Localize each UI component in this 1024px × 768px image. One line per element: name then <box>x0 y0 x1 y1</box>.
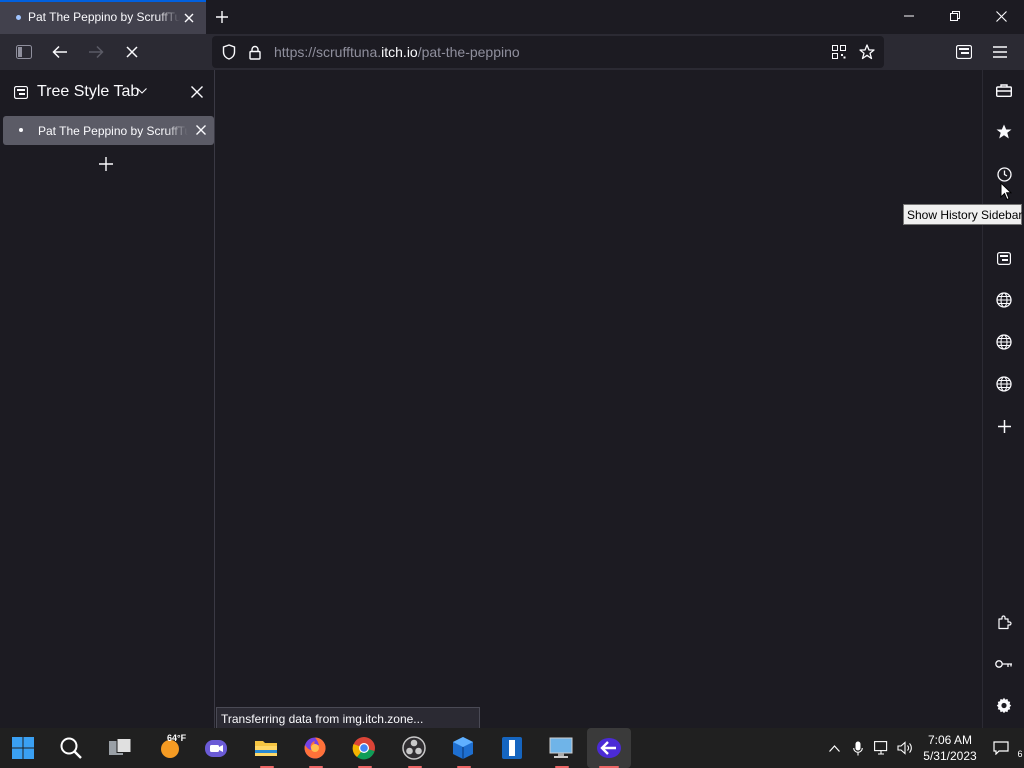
url-text[interactable]: https://scrufftuna.itch.io/pat-the-peppi… <box>274 44 520 60</box>
weather-temperature: 64°F <box>167 733 187 743</box>
tracking-protection-shield-icon[interactable] <box>220 43 238 61</box>
tab-title: Pat The Peppino by ScruffTuna <box>28 10 180 24</box>
url-bar[interactable]: https://scrufftuna.itch.io/pat-the-peppi… <box>212 36 884 68</box>
page-content[interactable] <box>216 70 982 728</box>
network-icon[interactable] <box>873 738 891 758</box>
taskbar-clock[interactable]: 7:06 AM 5/31/2023 <box>918 732 982 764</box>
qr-code-icon[interactable] <box>830 43 848 61</box>
sidebar-toggle-icon[interactable] <box>9 37 39 67</box>
stop-loading-button[interactable] <box>117 37 147 67</box>
sidebar-panel-icon[interactable] <box>989 243 1019 273</box>
menu-hamburger-icon[interactable] <box>985 37 1015 67</box>
minimize-button[interactable] <box>886 0 932 32</box>
file-explorer-icon[interactable] <box>244 728 288 768</box>
tree-style-tab-toolbar-icon[interactable] <box>949 37 979 67</box>
app-active-indicator-icon[interactable] <box>587 728 631 768</box>
globe-icon[interactable] <box>989 327 1019 357</box>
obs-studio-icon[interactable] <box>392 728 436 768</box>
tab-close-icon[interactable] <box>180 9 198 27</box>
bookmarks-star-icon[interactable] <box>989 117 1019 147</box>
windows-taskbar: 64°F 7:06 AM 5/31/2023 6 <box>0 728 1024 768</box>
volume-icon[interactable] <box>896 738 914 758</box>
notifications-icon[interactable] <box>990 738 1012 758</box>
globe-icon[interactable] <box>989 285 1019 315</box>
bookmark-star-icon[interactable] <box>858 43 876 61</box>
notification-count-badge: 6 <box>1017 749 1023 759</box>
sidebar-title-switcher[interactable]: Tree Style Tab <box>37 83 139 101</box>
settings-gear-icon[interactable] <box>989 690 1019 720</box>
clock-time: 7:06 AM <box>927 733 973 747</box>
start-button-windows-icon[interactable] <box>1 728 45 768</box>
chevron-down-icon[interactable] <box>136 85 148 97</box>
browser-tab-active[interactable]: Pat The Peppino by ScruffTuna <box>0 0 206 34</box>
teams-chat-icon[interactable] <box>194 728 238 768</box>
chevron-up-icon[interactable] <box>826 738 842 758</box>
firefox-icon[interactable] <box>293 728 337 768</box>
status-panel: Transferring data from img.itch.zone... <box>216 707 480 729</box>
tooltip: Show History Sidebar <box>903 204 1022 225</box>
restore-button[interactable] <box>932 0 978 32</box>
task-view-icon[interactable] <box>98 728 142 768</box>
app-monitor-icon[interactable] <box>539 728 583 768</box>
globe-icon[interactable] <box>989 369 1019 399</box>
app-blue-tile-icon[interactable] <box>490 728 534 768</box>
search-icon[interactable] <box>49 728 93 768</box>
tree-tab-item[interactable]: Pat The Peppino by ScruffTuna <box>3 116 214 145</box>
new-tab-plus-icon[interactable] <box>96 155 116 173</box>
tab-favicon <box>19 128 23 132</box>
lock-icon[interactable] <box>246 43 264 61</box>
tree-tab-label: Pat The Peppino by ScruffTuna <box>38 124 188 138</box>
app-blue-cubes-icon[interactable] <box>441 728 485 768</box>
tree-tab-close-icon[interactable] <box>193 122 209 138</box>
chrome-icon[interactable] <box>342 728 386 768</box>
close-sidebar-icon[interactable] <box>188 83 206 101</box>
forward-button[interactable] <box>81 37 111 67</box>
tree-style-tab-sidebar: Tree Style Tab Pat The Peppino by Scruff… <box>0 70 215 728</box>
sidebar-switcher-strip <box>982 70 1024 728</box>
tree-style-tab-icon <box>12 83 30 101</box>
key-icon[interactable] <box>989 649 1019 679</box>
briefcase-icon[interactable] <box>989 75 1019 105</box>
extensions-icon[interactable] <box>989 607 1019 637</box>
navigation-toolbar: https://scrufftuna.itch.io/pat-the-peppi… <box>0 34 1024 70</box>
mouse-cursor-icon <box>1000 182 1012 201</box>
sidebar-title: Tree Style Tab <box>37 83 140 100</box>
new-tab-button[interactable] <box>212 7 232 27</box>
tab-strip: Pat The Peppino by ScruffTuna <box>0 0 1024 34</box>
tab-favicon <box>16 15 21 20</box>
add-sidebar-icon[interactable] <box>989 411 1019 441</box>
microphone-icon[interactable] <box>850 738 866 758</box>
close-window-button[interactable] <box>978 0 1024 32</box>
back-button[interactable] <box>45 37 75 67</box>
clock-date: 5/31/2023 <box>923 749 977 763</box>
